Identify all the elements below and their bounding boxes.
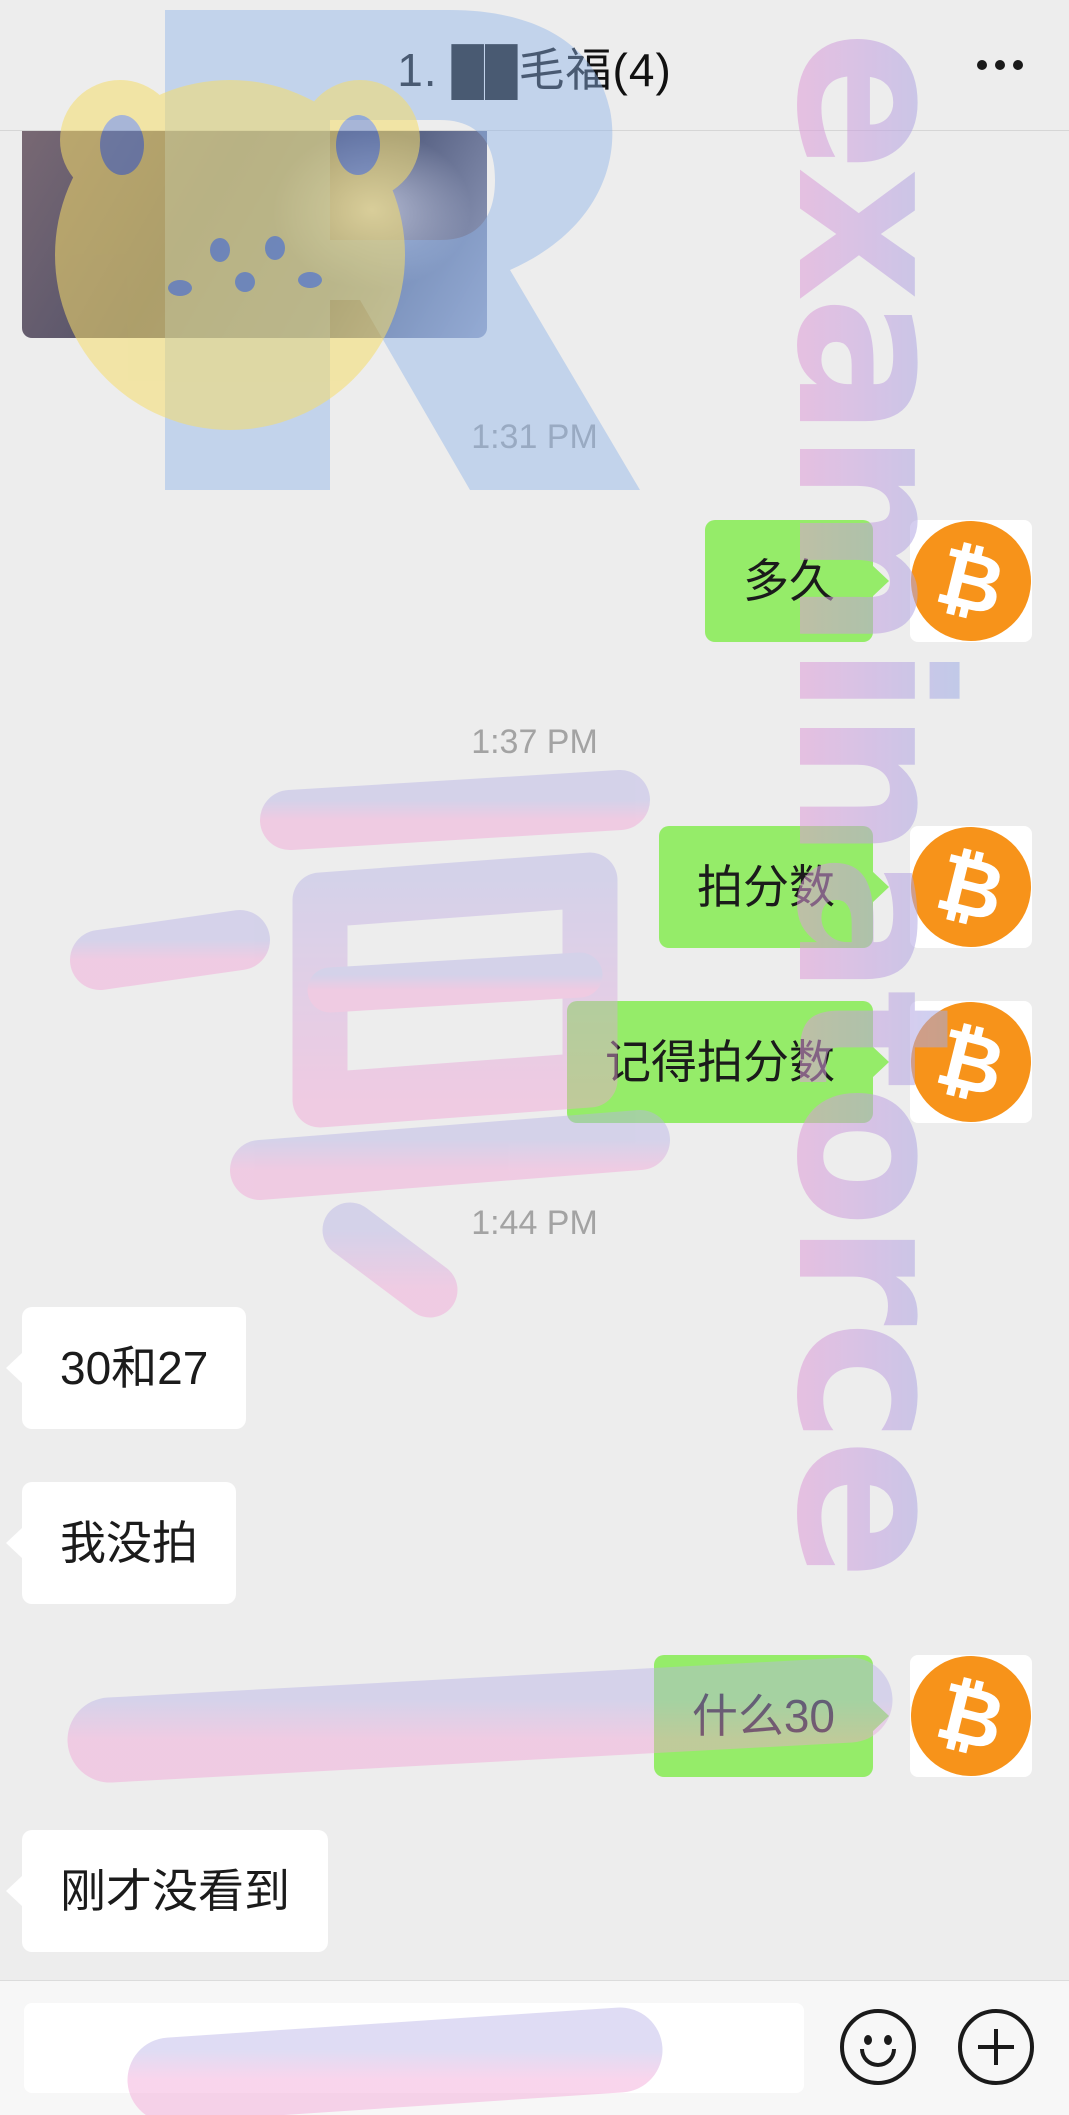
bitcoin-icon: ₿: [898, 508, 1044, 654]
bitcoin-icon: ₿: [898, 989, 1044, 1135]
image-message[interactable]: [22, 100, 487, 338]
avatar[interactable]: ₿: [898, 1643, 1044, 1789]
timestamp: 1:44 PM: [471, 1204, 598, 1242]
more-dots-icon: [977, 60, 987, 70]
outgoing-message[interactable]: 什么30: [653, 1655, 890, 1777]
message-input[interactable]: [24, 2003, 804, 2093]
outgoing-message[interactable]: 拍分数: [659, 826, 889, 948]
plus-button[interactable]: [958, 2009, 1034, 2085]
emoji-icon: [864, 2035, 872, 2045]
bitcoin-icon: ₿: [898, 1643, 1044, 1789]
incoming-message[interactable]: 我没拍: [6, 1482, 236, 1604]
bitcoin-icon: ₿: [898, 814, 1044, 960]
avatar[interactable]: ₿: [898, 508, 1044, 654]
emoji-button[interactable]: [840, 2009, 916, 2085]
outgoing-message[interactable]: 多久: [705, 520, 889, 642]
incoming-message[interactable]: 刚才没看到: [6, 1830, 328, 1952]
avatar[interactable]: ₿: [898, 814, 1044, 960]
timestamp: 1:37 PM: [471, 723, 598, 761]
input-bar: [0, 1980, 1069, 2115]
timestamp: 1:31 PM: [471, 418, 598, 456]
chat-screen: 1. ██毛福(4) 1:31 PM 多久 ₿ 1:37 PM 拍分数 ₿ 记得…: [0, 0, 1069, 2115]
incoming-message[interactable]: 30和27: [5, 1307, 247, 1429]
chat-title: 1. ██毛福(4): [397, 44, 672, 96]
svg-text:examinatorce: examinatorce: [750, 30, 995, 1575]
outgoing-message[interactable]: 记得拍分数: [567, 1001, 889, 1123]
chat-header: 1. ██毛福(4): [0, 0, 1069, 131]
more-options-button[interactable]: [965, 40, 1035, 90]
avatar[interactable]: ₿: [898, 989, 1044, 1135]
